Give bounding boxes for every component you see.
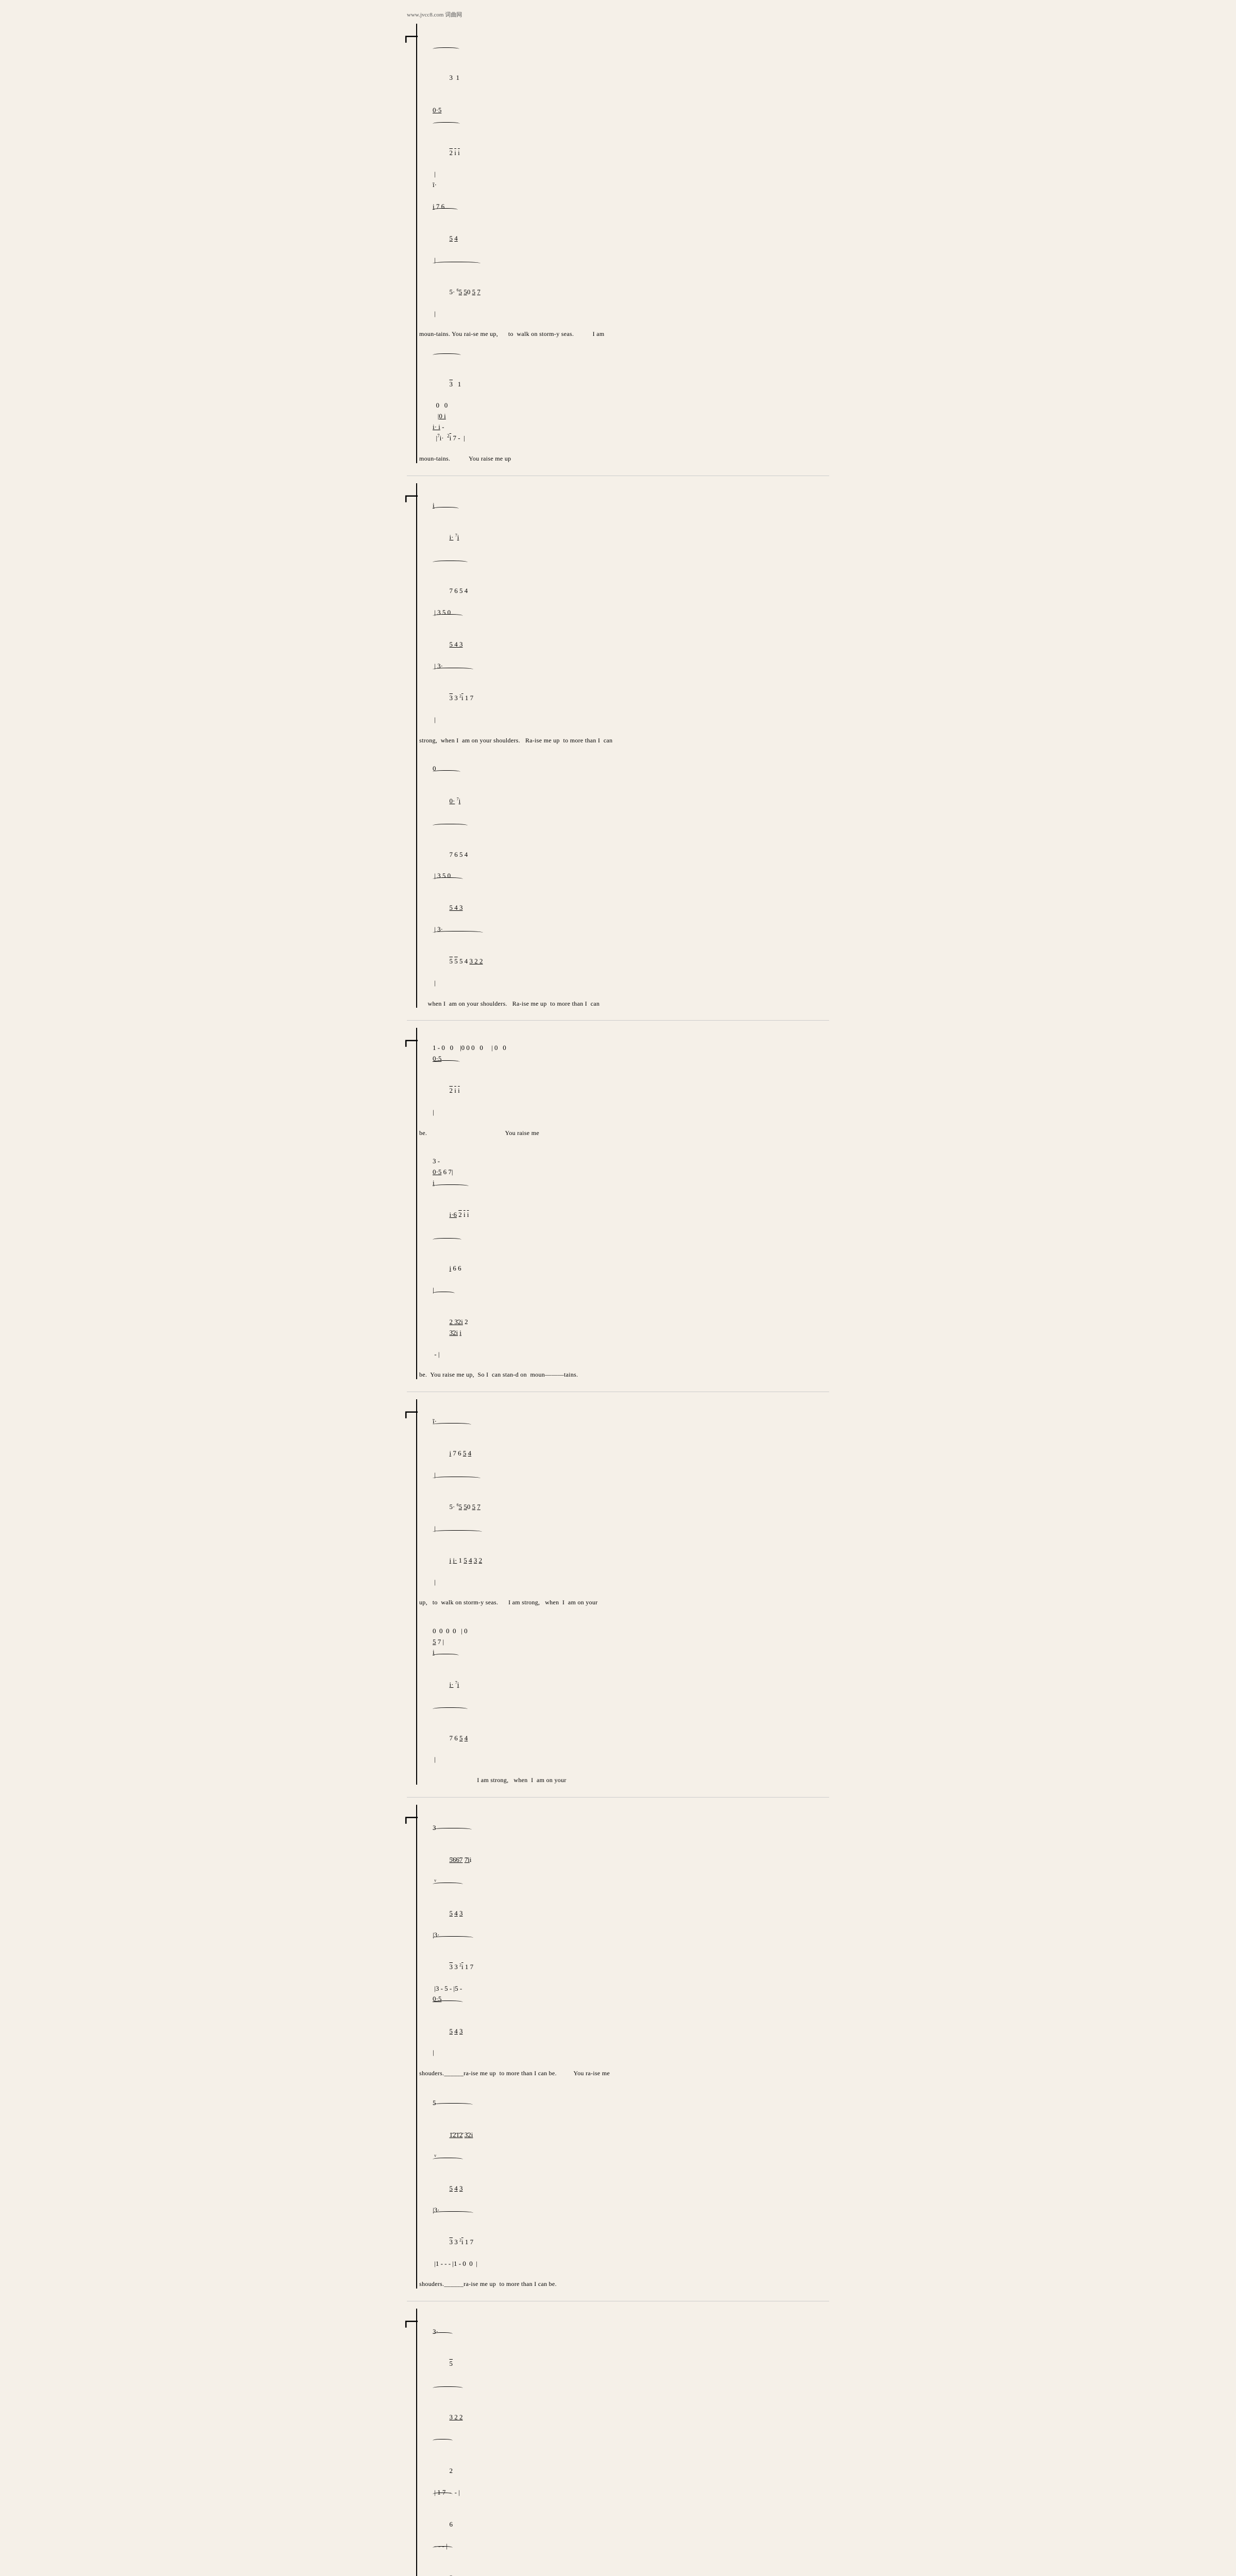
- section-2: ⌐ i i· 7i 7 6 5 4 | 3 5 0 5 4 3: [407, 483, 829, 1008]
- sys-content-4: ĩ· i 7 6 5 4 | 5· 65 50 5 7 | i i· 1 5 4…: [416, 1399, 829, 1785]
- notes-row-1-1: 3 1 0·5 2 i i | ĩ· i 7 6 5 4 |: [419, 24, 829, 330]
- section-5: ⌐ 3 5̄6̄6̄7 7̄ii ᵛ 5 4 3 |3· 3 3 2i 1 7: [407, 1805, 829, 2289]
- header-left: www.jvcc8.com 词曲网: [407, 10, 462, 19]
- notes-row-4-2: 0 0 0 0 | 0 5 7 | i i· 7i 7 6 5 4 |: [419, 1609, 829, 1776]
- staff-system-5: ⌐ 3 5̄6̄6̄7 7̄ii ᵛ 5 4 3 |3· 3 3 2i 1 7: [407, 1805, 829, 2289]
- notes-row-6-1: 3· 5 3 2 2 2 | 1 7 - - |: [419, 2309, 829, 2576]
- sys-bracket-1: ⌐: [407, 24, 416, 463]
- staff-system-6: ⌐ 3· 5 3 2 2 2 | 1 7 -: [407, 2309, 829, 2576]
- sys-content-3: 1 - 0 0 |0 0 0 0 | 0 0 0·5 2 i i | be. Y…: [416, 1028, 829, 1379]
- section-4: ⌐ ĩ· i 7 6 5 4 | 5· 65 50 5 7 | i i· 1 5…: [407, 1399, 829, 1785]
- sys-content-6: 3· 5 3 2 2 2 | 1 7 - - |: [416, 2309, 829, 2576]
- lyrics-row-3-1: be. You raise me: [419, 1129, 829, 1138]
- notes-row-4-1: ĩ· i 7 6 5 4 | 5· 65 50 5 7 | i i· 1 5 4…: [419, 1399, 829, 1598]
- sys-bracket-2: ⌐: [407, 483, 416, 1008]
- lyrics-row-3-2: be. You raise me up, So I can stan-d on …: [419, 1370, 829, 1379]
- notes-row-2-1: i i· 7i 7 6 5 4 | 3 5 0 5 4 3 | 3·: [419, 483, 829, 736]
- sys-content-5: 3 5̄6̄6̄7 7̄ii ᵛ 5 4 3 |3· 3 3 2i 1 7 |3…: [416, 1805, 829, 2289]
- lyrics-row-5-2: shouders.______ra-ise me up to more than…: [419, 2280, 829, 2289]
- lyrics-row-5-1: shouders.______ra-ise me up to more than…: [419, 2069, 829, 2078]
- section-6: ⌐ 3· 5 3 2 2 2 | 1 7 -: [407, 2309, 829, 2576]
- staff-system-2: ⌐ i i· 7i 7 6 5 4 | 3 5 0 5 4 3: [407, 483, 829, 1008]
- section-1: ⌐ 3 1 0·5 2 i i | ĩ· i 7: [407, 24, 829, 463]
- section-3: ⌐ 1 - 0 0 |0 0 0 0 | 0 0 0·5 2 i i | be.…: [407, 1028, 829, 1379]
- lyrics-row-1-1: moun-tains. You rai-se me up, to walk on…: [419, 330, 829, 338]
- sys-bracket-4: ⌐: [407, 1399, 416, 1785]
- staff-system-1: ⌐ 3 1 0·5 2 i i | ĩ· i 7: [407, 24, 829, 463]
- staff-system-3: ⌐ 1 - 0 0 |0 0 0 0 | 0 0 0·5 2 i i | be.…: [407, 1028, 829, 1379]
- sys-bracket-3: ⌐: [407, 1028, 416, 1379]
- lyrics-row-4-1: up, to walk on storm-y seas. I am strong…: [419, 1598, 829, 1607]
- notes-row-3-2: 3 - 0·5 6 7| i i·6 2 i i i 6 6 | 2 3̄2i …: [419, 1139, 829, 1370]
- sys-content-2: i i· 7i 7 6 5 4 | 3 5 0 5 4 3 | 3·: [416, 483, 829, 1008]
- sys-bracket-5: ⌐: [407, 1805, 416, 2289]
- notes-row-5-1: 3 5̄6̄6̄7 7̄ii ᵛ 5 4 3 |3· 3 3 2i 1 7 |3…: [419, 1805, 829, 2069]
- page-header: www.jvcc8.com 词曲网: [407, 10, 829, 19]
- staff-system-4: ⌐ ĩ· i 7 6 5 4 | 5· 65 50 5 7 | i i· 1 5…: [407, 1399, 829, 1785]
- notes-row-2-2: 0 0· 7i 7 6 5 4 | 3 5 0 5 4 3 | 3·: [419, 747, 829, 999]
- lyrics-row-1-2: moun-tains. You raise me up: [419, 454, 829, 463]
- lyrics-row-2-1: strong, when I am on your shoulders. Ra-…: [419, 736, 829, 745]
- lyrics-row-4-2: I am strong, when I am on your: [419, 1776, 829, 1785]
- notes-row-1-2: 3 1 0 0 |0 i i· i - |7i· 2i 7 - |: [419, 341, 829, 454]
- notes-row-5-2: 5 1̄2̄1̄2̄ 3̄2i ᵛ 5 4 3 |3· 3 3 2i 1 7 |…: [419, 2080, 829, 2280]
- lyrics-row-2-2: when I am on your shoulders. Ra-ise me u…: [419, 999, 829, 1008]
- notes-row-3-1: 1 - 0 0 |0 0 0 0 | 0 0 0·5 2 i i |: [419, 1028, 829, 1128]
- sys-content-1: 3 1 0·5 2 i i | ĩ· i 7 6 5 4 |: [416, 24, 829, 463]
- sys-bracket-6: ⌐: [407, 2309, 416, 2576]
